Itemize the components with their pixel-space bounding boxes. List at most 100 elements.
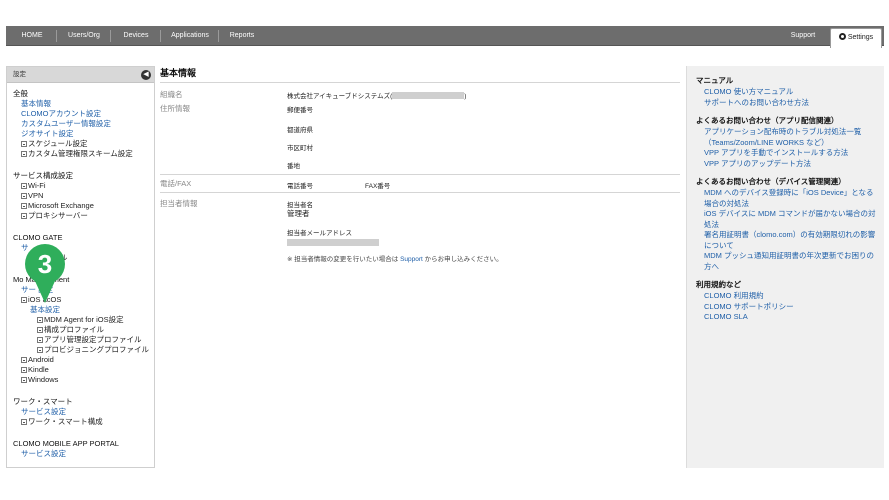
sidebar-item-label: Windows: [28, 375, 59, 384]
nav-home[interactable]: HOME: [10, 26, 54, 46]
sidebar-item[interactable]: 基本設定: [13, 305, 154, 315]
nav-settings-tab[interactable]: Settings: [830, 28, 882, 48]
help-section-title: よくあるお問い合わせ（デバイス管理関連）: [696, 177, 846, 186]
sidebar-item[interactable]: 構成プロファイル: [13, 325, 154, 335]
expand-toggle-icon[interactable]: [21, 151, 27, 157]
sidebar-section-title: CLOMO GATE: [13, 233, 63, 242]
sidebar-item-label: サービス設定: [21, 407, 66, 416]
address-label: 住所情報: [160, 104, 190, 113]
sidebar-item-label: CLOMOアカウント設定: [21, 109, 102, 118]
sidebar-item[interactable]: Windows: [13, 375, 154, 385]
help-link[interactable]: MDM プッシュ通知用証明書の年次更新でお困りの方へ: [696, 251, 884, 272]
contact-name-value: 管理者: [287, 209, 310, 218]
section-divider: [160, 174, 680, 175]
city-label: 市区町村: [287, 145, 313, 152]
help-link[interactable]: アプリケーション配布時のトラブル対処法一覧（Teams/Zoom/LINE WO…: [696, 127, 884, 148]
section-divider: [160, 192, 680, 193]
help-link[interactable]: サポートへのお問い合わせ方法: [696, 98, 884, 109]
sidebar-item[interactable]: カスタムユーザー情報設定: [13, 119, 154, 129]
expand-toggle-icon[interactable]: [21, 183, 27, 189]
contact-email-value: [287, 238, 379, 247]
sidebar-item-label: サ: [21, 243, 29, 252]
help-link[interactable]: CLOMO SLA: [696, 312, 884, 323]
expand-toggle-icon[interactable]: [37, 347, 43, 353]
gear-icon: [838, 33, 846, 40]
sidebar-item[interactable]: CLOMOアカウント設定: [13, 109, 154, 119]
nav-support[interactable]: Support: [780, 26, 826, 46]
help-link[interactable]: CLOMO サポートポリシー: [696, 302, 884, 313]
expand-toggle-icon[interactable]: [37, 337, 43, 343]
support-link[interactable]: Support: [400, 256, 423, 263]
expand-toggle-icon[interactable]: [21, 297, 27, 303]
nav-reports[interactable]: Reports: [220, 26, 264, 46]
sidebar-item[interactable]: Microsoft Exchange: [13, 201, 154, 211]
sidebar-section-title: CLOMO MOBILE APP PORTAL: [13, 439, 119, 448]
help-section-title: マニュアル: [696, 76, 734, 85]
sidebar-item[interactable]: サービス設定: [13, 407, 154, 417]
sidebar-item[interactable]: スケジュール設定: [13, 139, 154, 149]
expand-toggle-icon[interactable]: [21, 367, 27, 373]
expand-toggle-icon[interactable]: [21, 203, 27, 209]
sidebar-item-label: 基本情報: [21, 99, 51, 108]
sidebar-item[interactable]: Kindle: [13, 365, 154, 375]
sidebar-item-label: アプリ管理設定プロファイル: [44, 335, 142, 344]
collapse-sidebar-icon[interactable]: ◀: [141, 70, 151, 80]
sidebar-item-label: VPN: [28, 191, 44, 200]
expand-toggle-icon[interactable]: [21, 141, 27, 147]
sidebar-item-label: プロビジョニングプロファイル: [44, 345, 149, 354]
help-link[interactable]: VPP アプリのアップデート方法: [696, 159, 884, 170]
expand-toggle-icon[interactable]: [21, 213, 27, 219]
sidebar-item[interactable]: アプリ管理設定プロファイル: [13, 335, 154, 345]
sidebar-item[interactable]: カスタム管理権限スキーム設定: [13, 149, 154, 159]
sidebar-item[interactable]: Android: [13, 355, 154, 365]
nav-applications[interactable]: Applications: [162, 26, 218, 46]
nav-devices[interactable]: Devices: [112, 26, 160, 46]
expand-toggle-icon[interactable]: [37, 317, 43, 323]
sidebar-item[interactable]: ワーク・スマート構成: [13, 417, 154, 427]
expand-toggle-icon[interactable]: [21, 419, 27, 425]
title-divider: [160, 82, 680, 83]
phone-label: 電話番号: [287, 183, 313, 190]
sidebar-item[interactable]: プロキシサーバー: [13, 211, 154, 221]
masked-value: [287, 239, 379, 246]
masked-value: [392, 92, 465, 99]
help-link[interactable]: CLOMO 使い方マニュアル: [696, 87, 884, 98]
nav-divider: [110, 30, 111, 42]
expand-toggle-icon[interactable]: [21, 377, 27, 383]
org-label: 組織名: [160, 90, 183, 99]
sidebar-item-label: Android: [28, 355, 54, 364]
sidebar-item[interactable]: MDM Agent for iOS設定: [13, 315, 154, 325]
sidebar-item-label: プロキシサーバー: [28, 211, 88, 220]
sidebar-item[interactable]: サービス設定: [13, 449, 154, 459]
help-link[interactable]: CLOMO 利用規約: [696, 291, 884, 302]
sidebar-item[interactable]: Wi-Fi: [13, 181, 154, 191]
help-panel: マニュアル CLOMO 使い方マニュアル サポートへのお問い合わせ方法 よくあるお問い…: [686, 66, 884, 468]
sidebar-item-label: ジオサイト設定: [21, 129, 74, 138]
sidebar-item-label: カスタム管理権限スキーム設定: [28, 149, 133, 158]
help-link[interactable]: MDM へのデバイス登録時に「iOS Device」となる場合の対処法: [696, 188, 884, 209]
prefecture-label: 都道府県: [287, 127, 313, 134]
main-content: 基本情報 組織名 株式会社アイキューブドシステムズ() 住所情報 郵便番号 都道…: [160, 66, 680, 468]
help-link[interactable]: iOS デバイスに MDM コマンドが届かない場合の対処法: [696, 209, 884, 230]
sidebar-item-label: 基本設定: [30, 305, 60, 314]
help-link[interactable]: VPP アプリを手動でインストールする方法: [696, 148, 884, 159]
nav-divider: [218, 30, 219, 42]
help-section-title: 利用規約など: [696, 280, 741, 289]
sidebar-item[interactable]: ジオサイト設定: [13, 129, 154, 139]
sidebar-item-label: Wi-Fi: [28, 181, 46, 190]
expand-toggle-icon[interactable]: [37, 327, 43, 333]
sidebar-item[interactable]: VPN: [13, 191, 154, 201]
help-link[interactable]: 署名用証明書（clomo.com）の有効期限切れの影響について: [696, 230, 884, 251]
postal-label: 郵便番号: [287, 107, 313, 114]
sidebar-section-title: ワーク・スマート: [13, 397, 73, 406]
street-label: 番地: [287, 163, 300, 170]
sidebar-item[interactable]: 基本情報: [13, 99, 154, 109]
sidebar-item-label: Kindle: [28, 365, 49, 374]
sidebar-item[interactable]: プロビジョニングプロファイル: [13, 345, 154, 355]
expand-toggle-icon[interactable]: [21, 357, 27, 363]
nav-users-org[interactable]: Users/Org: [58, 26, 110, 46]
expand-toggle-icon[interactable]: [21, 193, 27, 199]
